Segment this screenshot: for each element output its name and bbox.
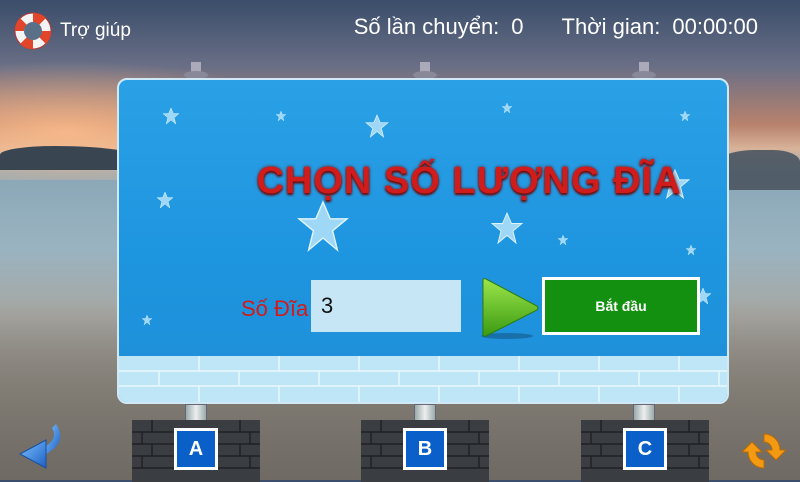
play-arrow-icon[interactable] [479, 276, 541, 340]
board-hook-middle [413, 62, 437, 79]
back-arrow-icon[interactable] [16, 420, 66, 474]
disk-count-label: Số Đĩa [241, 296, 309, 321]
board-title: CHỌN SỐ LƯỢNG ĐĨA [256, 160, 682, 202]
disk-count-input[interactable] [311, 280, 461, 332]
peg-b-label: B [403, 428, 447, 470]
peg-b[interactable]: B [361, 420, 489, 482]
brick-ledge [119, 356, 727, 402]
peg-c-label: C [623, 428, 667, 470]
board-hook-right [632, 62, 656, 79]
help-button[interactable]: Trợ giúp [12, 10, 131, 52]
moves-label: Số lần chuyển: [353, 14, 500, 39]
peg-c[interactable]: C [581, 420, 709, 482]
peg-a[interactable]: A [132, 420, 260, 482]
game-stats: Số lần chuyển: 0 Thời gian: 00:00:00 [354, 14, 758, 40]
moves-value: 0 [511, 14, 524, 39]
refresh-icon[interactable] [742, 428, 786, 474]
peg-a-label: A [174, 428, 218, 470]
stats-spacer [536, 14, 550, 40]
time-value: 00:00:00 [672, 14, 758, 39]
time-label: Thời gian: [561, 14, 661, 39]
lifebuoy-icon [14, 12, 52, 50]
disk-selection-board: CHỌN SỐ LƯỢNG ĐĨA Số Đĩa Bắt đầu [117, 78, 729, 404]
help-label: Trợ giúp [60, 20, 131, 41]
board-hook-left [184, 62, 208, 79]
start-button[interactable]: Bắt đầu [542, 277, 700, 335]
